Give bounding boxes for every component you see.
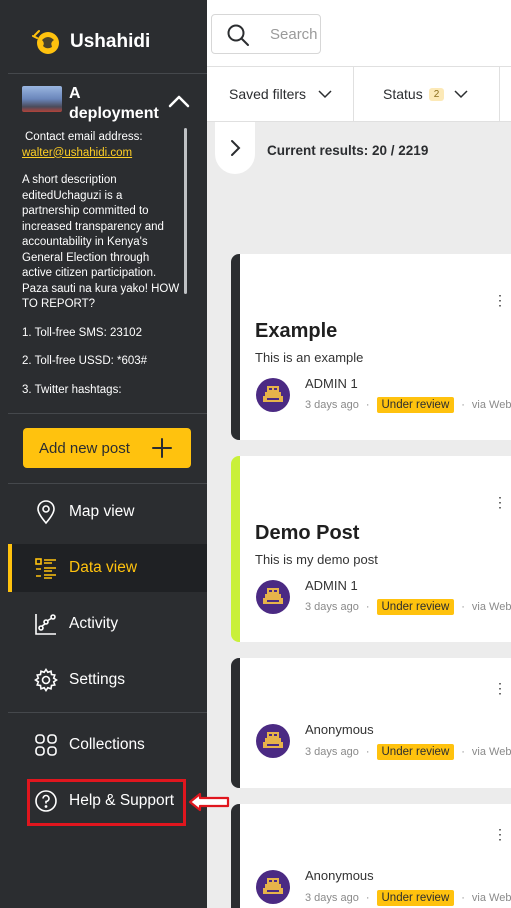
- divider: [8, 73, 207, 74]
- nav-collections[interactable]: Collections: [8, 721, 207, 769]
- search-icon: [227, 24, 249, 46]
- brand-name: Ushahidi: [70, 31, 151, 52]
- saved-filters-dropdown[interactable]: Saved filters: [229, 67, 332, 121]
- collections-grid-icon: [33, 732, 59, 758]
- post-card[interactable]: ⋮ Anonymous 3 days ago · Under review · vi…: [231, 658, 511, 788]
- avatar: [256, 724, 290, 758]
- chevron-down-icon: [454, 90, 468, 99]
- post-meta: 3 days ago · Under review · via Web: [305, 599, 511, 615]
- avatar: [256, 378, 290, 412]
- search-input[interactable]: Search: [270, 26, 318, 43]
- more-options-icon[interactable]: ⋮: [493, 826, 507, 843]
- ussd-line: 2. Toll-free USSD: *603#: [22, 355, 148, 367]
- post-card[interactable]: ⋮ Demo Post This is my demo post ADMIN 1…: [231, 456, 511, 642]
- ushahidi-logo-icon: [32, 30, 59, 54]
- post-author: Anonymous: [305, 868, 374, 883]
- more-options-icon[interactable]: ⋮: [493, 680, 507, 697]
- expand-panel-button[interactable]: [215, 122, 255, 174]
- nav-data-view[interactable]: Data view: [8, 544, 207, 592]
- nav-label: Map view: [69, 503, 135, 520]
- gear-icon: [33, 667, 59, 693]
- data-list-icon: [33, 555, 59, 581]
- post-title: Example: [255, 320, 338, 342]
- deployment-description: Contact email address: walter@ushahidi.c…: [22, 130, 182, 400]
- deployment-thumbnail: [22, 86, 62, 112]
- post-source: via Web: [471, 601, 511, 613]
- nav-activity[interactable]: Activity: [8, 600, 207, 648]
- post-meta: 3 days ago · Under review · via Web: [305, 744, 511, 760]
- status-badge: Under review: [376, 599, 455, 615]
- saved-filters-label: Saved filters: [229, 86, 307, 102]
- plus-icon: [152, 438, 172, 458]
- nav-map-view[interactable]: Map view: [8, 488, 207, 536]
- nav-settings[interactable]: Settings: [8, 656, 207, 704]
- status-count-badge: 2: [428, 87, 445, 101]
- divider: [8, 483, 207, 484]
- post-title: Demo Post: [255, 522, 360, 544]
- twitter-line: 3. Twitter hashtags:: [22, 383, 122, 396]
- activity-chart-icon: [33, 611, 59, 637]
- help-highlight-box: [27, 779, 186, 826]
- post-source: via Web: [471, 399, 511, 411]
- post-author: ADMIN 1: [305, 376, 358, 391]
- post-source: via Web: [471, 892, 511, 904]
- contact-label: Contact email address:: [25, 131, 143, 143]
- filter-divider: [499, 67, 500, 121]
- add-new-post-label: Add new post: [39, 439, 130, 457]
- map-pin-icon: [33, 499, 59, 525]
- current-results: Current results: 20 / 2219: [267, 143, 429, 158]
- post-meta: 3 days ago · Under review · via Web: [305, 397, 511, 413]
- divider: [8, 413, 207, 414]
- post-card[interactable]: ⋮ Example This is an example ADMIN 1 3 d…: [231, 254, 511, 440]
- post-author: ADMIN 1: [305, 578, 358, 593]
- post-meta: 3 days ago · Under review · via Web: [305, 890, 511, 906]
- nav-label: Data view: [69, 559, 138, 576]
- filter-divider: [353, 67, 354, 121]
- post-time: 3 days ago: [305, 892, 359, 904]
- more-options-icon[interactable]: ⋮: [493, 494, 507, 511]
- pointer-arrow-icon: [188, 792, 230, 812]
- search-box[interactable]: Search: [211, 14, 321, 54]
- post-time: 3 days ago: [305, 746, 359, 758]
- more-options-icon[interactable]: ⋮: [493, 292, 507, 309]
- post-source: via Web: [471, 746, 511, 758]
- post-time: 3 days ago: [305, 399, 359, 411]
- sidebar: Ushahidi A deployment Contact email addr…: [0, 0, 207, 908]
- post-card[interactable]: ⋮ Anonymous 3 days ago · Under review · vi…: [231, 804, 511, 908]
- filter-bar: Saved filters Status 2: [207, 66, 511, 122]
- description-scrollbar[interactable]: [184, 128, 187, 294]
- deployment-title: A deployment: [69, 85, 159, 122]
- post-author: Anonymous: [305, 722, 374, 737]
- description-text: A short description editedUchaguzi is a …: [22, 174, 180, 310]
- nav-label: Activity: [69, 615, 119, 632]
- chevron-down-icon: [318, 90, 332, 99]
- avatar: [256, 870, 290, 904]
- add-new-post-button[interactable]: Add new post: [23, 428, 191, 468]
- avatar: [256, 580, 290, 614]
- post-description: This is an example: [255, 350, 364, 365]
- post-time: 3 days ago: [305, 601, 359, 613]
- status-dropdown[interactable]: Status 2: [383, 67, 468, 121]
- status-badge: Under review: [376, 890, 455, 906]
- nav-label: Settings: [69, 671, 126, 688]
- status-label: Status: [383, 86, 423, 102]
- sms-line: 1. Toll-free SMS: 23102: [22, 326, 142, 339]
- chevron-right-icon: [231, 140, 241, 156]
- deployment-header: A deployment: [22, 85, 159, 122]
- contact-email-link[interactable]: walter@ushahidi.com: [22, 146, 182, 162]
- chevron-up-icon[interactable]: [168, 92, 190, 110]
- status-badge: Under review: [376, 397, 455, 413]
- brand[interactable]: Ushahidi: [32, 28, 150, 56]
- divider: [8, 712, 207, 713]
- status-badge: Under review: [376, 744, 455, 760]
- nav-label: Collections: [69, 736, 145, 753]
- post-description: This is my demo post: [255, 552, 378, 567]
